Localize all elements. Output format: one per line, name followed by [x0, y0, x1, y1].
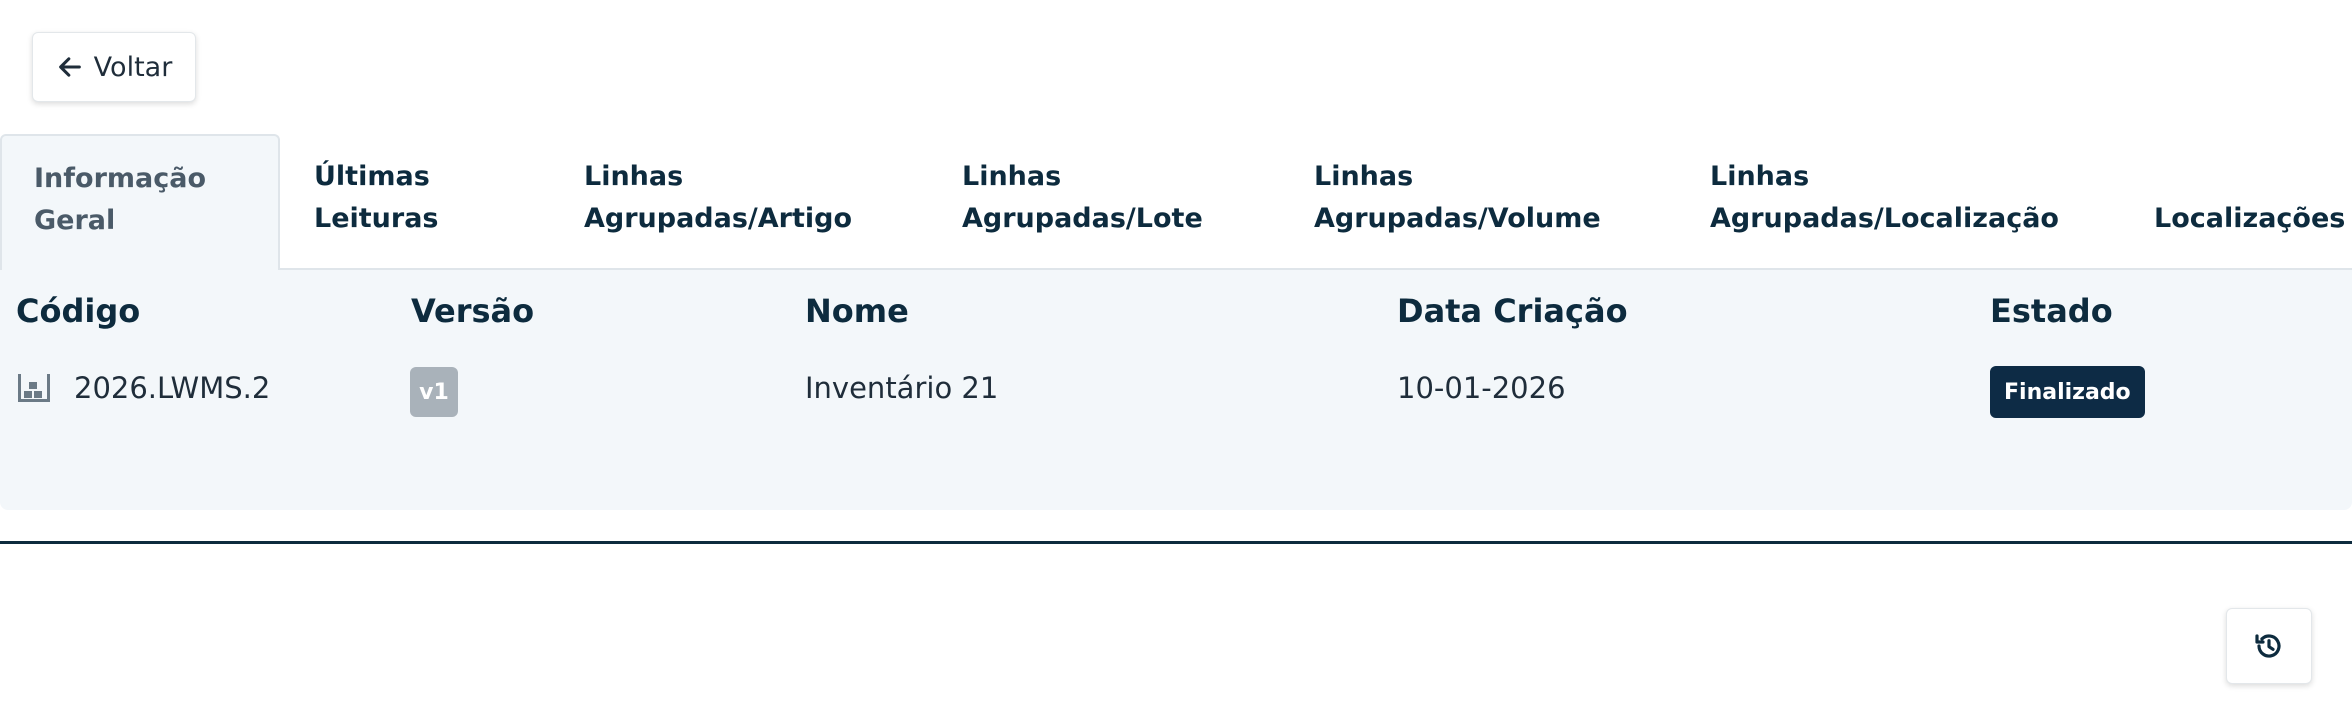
tab-agrupadas-localizacao[interactable]: Linhas Agrupadas/Localização [1676, 134, 2120, 270]
tab-label-line1: Informação [34, 163, 207, 194]
back-button-label: Voltar [93, 51, 173, 83]
tab-agrupadas-artigo[interactable]: Linhas Agrupadas/Artigo [550, 134, 928, 270]
tab-label-line1: Linhas [584, 161, 684, 192]
warehouse-icon [18, 374, 50, 402]
tab-agrupadas-volume[interactable]: Linhas Agrupadas/Volume [1280, 134, 1676, 270]
cell-codigo: 2026.LWMS.2 [16, 360, 270, 416]
history-icon [2255, 634, 2281, 658]
tab-agrupadas-lote[interactable]: Linhas Agrupadas/Lote [928, 134, 1280, 270]
tab-informacao-geral[interactable]: Informação Geral [0, 134, 280, 270]
tab-label-line1: Linhas [1710, 161, 1810, 192]
tab-label-line1: Últimas [314, 161, 430, 192]
tab-label-line2: Geral [34, 205, 116, 236]
tab-label-line1: Linhas [1314, 161, 1414, 192]
back-button[interactable]: Voltar [32, 32, 196, 102]
tab-label-line1: Linhas [962, 161, 1062, 192]
header-estado: Estado [1990, 292, 2113, 330]
cell-estado: Finalizado [1990, 364, 2145, 420]
header-nome: Nome [805, 292, 909, 330]
arrow-left-icon [58, 57, 81, 77]
status-badge: Finalizado [1990, 366, 2145, 418]
header-data-criacao: Data Criação [1397, 292, 1628, 330]
info-panel: Código Versão Nome Data Criação Estado 2… [0, 270, 2352, 510]
history-button[interactable] [2226, 608, 2312, 684]
tab-localizacoes[interactable]: Localizações [2120, 134, 2352, 270]
header-codigo: Código [16, 292, 141, 330]
tab-label-line2: Agrupadas/Artigo [584, 203, 853, 234]
cell-data-criacao: 10-01-2026 [1397, 371, 1566, 405]
cell-versao: v1 [410, 364, 458, 420]
tab-label-line2: Agrupadas/Localização [1710, 203, 2059, 234]
header-versao: Versão [411, 292, 535, 330]
code-value: 2026.LWMS.2 [74, 371, 271, 405]
section-divider [0, 541, 2352, 544]
tab-label-line2: Agrupadas/Lote [962, 203, 1203, 234]
tab-label-line2: Agrupadas/Volume [1314, 203, 1601, 234]
tab-label-line2: Localizações [2154, 203, 2346, 234]
tab-label-line2: Leituras [314, 203, 439, 234]
version-badge: v1 [410, 367, 458, 417]
tab-bar: Informação Geral Últimas Leituras Linhas… [0, 134, 2352, 270]
cell-nome: Inventário 21 [805, 371, 999, 405]
tab-ultimas-leituras[interactable]: Últimas Leituras [280, 134, 550, 270]
